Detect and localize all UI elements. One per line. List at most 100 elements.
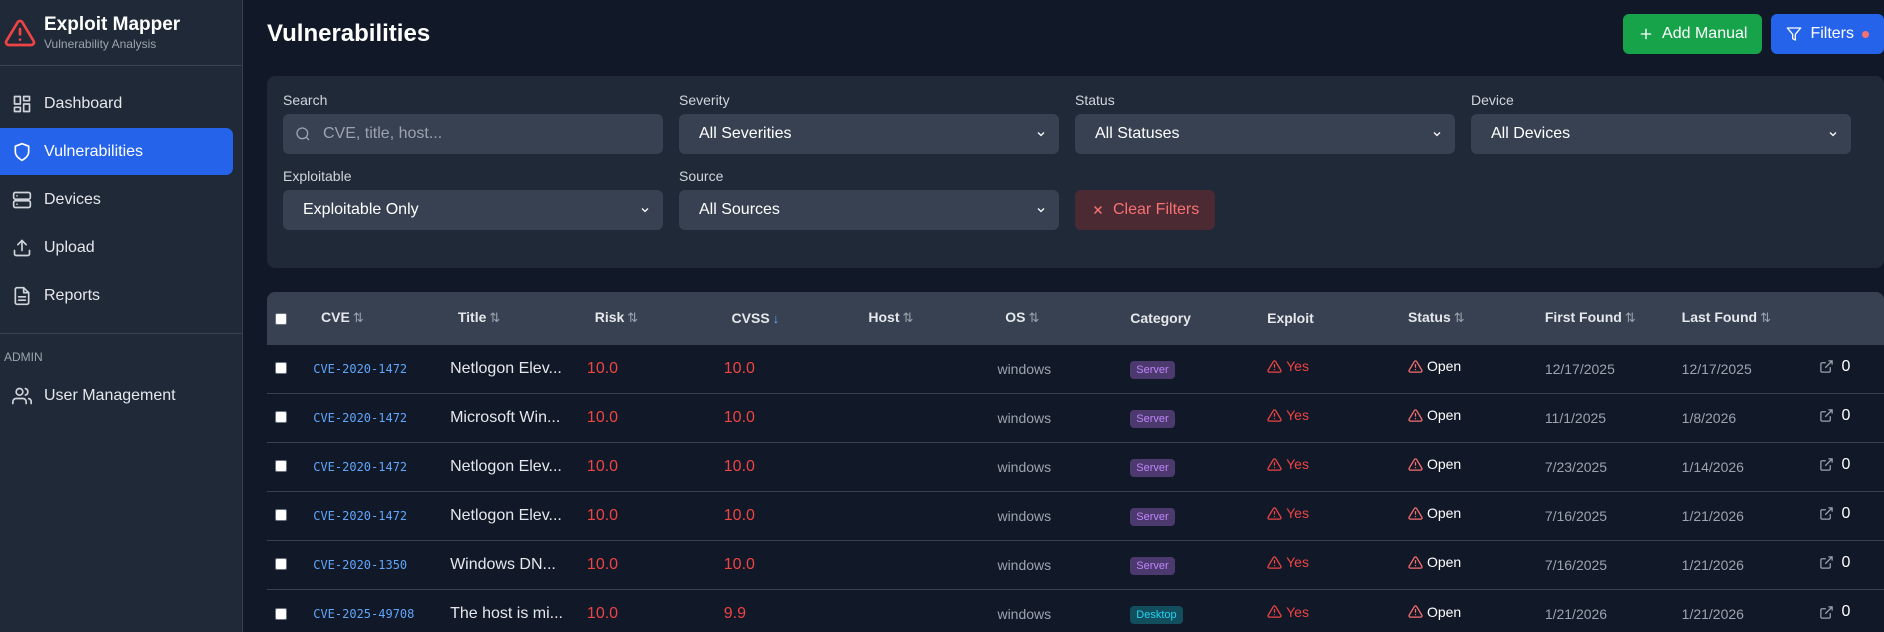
cve-link[interactable]: CVE-2020-1472 bbox=[313, 509, 407, 523]
cve-link[interactable]: CVE-2020-1350 bbox=[313, 558, 407, 572]
exploitable-select[interactable]: Exploitable Only bbox=[283, 190, 663, 230]
row-checkbox[interactable] bbox=[275, 607, 287, 620]
sidebar-item-label: User Management bbox=[44, 386, 176, 404]
status-select[interactable]: All Statuses bbox=[1075, 114, 1455, 154]
server-icon bbox=[12, 191, 32, 208]
filter-icon bbox=[1787, 27, 1802, 41]
main-content: Vulnerabilities Add Manual Filters Searc… bbox=[243, 0, 1884, 632]
severity-select[interactable]: All Severities bbox=[679, 114, 1059, 154]
risk-score: 10.0 bbox=[586, 408, 619, 426]
table-row[interactable]: CVE-2020-1472 Microsoft Win... 10.0 10.0 win… bbox=[267, 393, 1884, 442]
sidebar-item-user-management[interactable]: User Management bbox=[0, 372, 233, 419]
device-select[interactable]: All Devices bbox=[1471, 114, 1851, 154]
table-row[interactable]: CVE-2020-1472 Netlogon Elev... 10.0 10.0 win… bbox=[267, 491, 1884, 540]
page-header: Vulnerabilities Add Manual Filters bbox=[267, 0, 1884, 68]
users-icon bbox=[12, 387, 32, 404]
os: windows bbox=[997, 507, 1052, 524]
host bbox=[853, 442, 990, 491]
external-link-icon bbox=[1819, 360, 1833, 373]
sidebar-item-reports[interactable]: Reports bbox=[0, 272, 233, 319]
exploit-indicator: Yes bbox=[1267, 505, 1309, 521]
cvss-score: 10.0 bbox=[723, 555, 755, 573]
close-icon bbox=[1093, 205, 1103, 215]
host bbox=[853, 589, 990, 632]
chevron-down-icon bbox=[1037, 132, 1045, 137]
chevron-down-icon bbox=[1433, 132, 1441, 137]
vuln-title: Netlogon Elev... bbox=[450, 457, 562, 475]
status-indicator: Open bbox=[1408, 554, 1461, 570]
clear-filters-button[interactable]: Clear Filters bbox=[1075, 190, 1216, 230]
external-links-button[interactable]: 0 bbox=[1819, 407, 1850, 425]
vuln-title: Microsoft Win... bbox=[450, 408, 561, 426]
table-row[interactable]: CVE-2020-1472 Netlogon Elev... 10.0 10.0 win… bbox=[267, 344, 1884, 393]
cve-link[interactable]: CVE-2020-1472 bbox=[313, 362, 407, 376]
external-links-button[interactable]: 0 bbox=[1819, 456, 1850, 474]
sidebar-item-vulnerabilities[interactable]: Vulnerabilities bbox=[0, 128, 233, 175]
last-found: 1/14/2026 bbox=[1681, 458, 1744, 475]
status-indicator: Open bbox=[1408, 456, 1461, 472]
col-header-status[interactable]: Status ⇅ bbox=[1400, 292, 1537, 344]
sidebar-item-label: Upload bbox=[44, 238, 95, 256]
status-indicator: Open bbox=[1408, 505, 1461, 521]
os: windows bbox=[997, 409, 1052, 426]
exploitable-label: Exploitable bbox=[283, 168, 352, 184]
vulnerabilities-table-container: CVE ⇅ Title ⇅ Risk ⇅ CVSS ↓ Host ⇅ OS ⇅ Catego… bbox=[267, 292, 1884, 632]
table-row[interactable]: CVE-2020-1350 Windows DN... 10.0 10.0 window… bbox=[267, 540, 1884, 589]
external-links-button[interactable]: 0 bbox=[1819, 554, 1850, 572]
sidebar-item-devices[interactable]: Devices bbox=[0, 176, 233, 223]
source-select[interactable]: All Sources bbox=[679, 190, 1059, 230]
col-header-host[interactable]: Host ⇅ bbox=[853, 292, 990, 344]
row-checkbox[interactable] bbox=[275, 411, 287, 424]
document-icon bbox=[14, 286, 30, 305]
sort-icon: ⇅ bbox=[1453, 310, 1465, 326]
col-header-first-found[interactable]: First Found ⇅ bbox=[1537, 292, 1674, 344]
exploit-indicator: Yes bbox=[1267, 407, 1309, 423]
alert-triangle-icon bbox=[4, 19, 36, 46]
sidebar-item-dashboard[interactable]: Dashboard bbox=[0, 80, 233, 127]
add-manual-button[interactable]: Add Manual bbox=[1623, 14, 1763, 54]
category-badge: Server bbox=[1130, 507, 1175, 526]
col-header-last-found[interactable]: Last Found ⇅ bbox=[1674, 292, 1811, 344]
col-header-cve[interactable]: CVE ⇅ bbox=[305, 292, 442, 344]
external-links-button[interactable]: 0 bbox=[1819, 505, 1850, 523]
filters-button[interactable]: Filters bbox=[1771, 14, 1884, 54]
select-all-checkbox[interactable] bbox=[275, 313, 287, 326]
first-found: 7/16/2025 bbox=[1544, 507, 1608, 524]
row-checkbox[interactable] bbox=[275, 460, 287, 473]
col-header-os[interactable]: OS ⇅ bbox=[989, 292, 1122, 344]
os: windows bbox=[997, 360, 1052, 377]
sidebar-item-upload[interactable]: Upload bbox=[0, 224, 233, 271]
search-placeholder: CVE, title, host... bbox=[323, 125, 443, 142]
external-links-button[interactable]: 0 bbox=[1819, 603, 1850, 621]
cve-link[interactable]: CVE-2020-1472 bbox=[313, 411, 407, 425]
alert-triangle-icon bbox=[1267, 555, 1282, 569]
os: windows bbox=[997, 605, 1052, 622]
table-row[interactable]: CVE-2025-49708 The host is mi... 10.0 9.9 wi… bbox=[267, 589, 1884, 632]
vuln-title: Windows DN... bbox=[450, 555, 556, 573]
cve-link[interactable]: CVE-2020-1472 bbox=[313, 460, 407, 474]
table-row[interactable]: CVE-2020-1472 Netlogon Elev... 10.0 10.0 win… bbox=[267, 442, 1884, 491]
col-header-cvss[interactable]: CVSS ↓ bbox=[716, 292, 853, 344]
alert-triangle-icon bbox=[1267, 605, 1282, 618]
cve-link[interactable]: CVE-2025-49708 bbox=[313, 607, 414, 621]
cvss-score: 9.9 bbox=[723, 604, 747, 622]
severity-value: All Severities bbox=[699, 125, 792, 142]
last-found: 1/21/2026 bbox=[1681, 556, 1744, 573]
row-checkbox[interactable] bbox=[275, 509, 287, 522]
col-header-title[interactable]: Title ⇅ bbox=[442, 292, 579, 344]
search-input[interactable]: CVE, title, host... bbox=[283, 114, 663, 154]
exploit-indicator: Yes bbox=[1267, 554, 1309, 570]
last-found: 1/21/2026 bbox=[1681, 507, 1744, 524]
col-header-risk[interactable]: Risk ⇅ bbox=[579, 292, 716, 344]
plus-icon bbox=[1640, 28, 1652, 40]
col-header-exploit: Exploit bbox=[1267, 309, 1314, 326]
external-links-button[interactable]: 0 bbox=[1819, 358, 1850, 376]
row-checkbox[interactable] bbox=[275, 558, 287, 571]
first-found: 1/21/2026 bbox=[1544, 605, 1608, 622]
sort-icon: ⇅ bbox=[627, 310, 639, 326]
row-checkbox[interactable] bbox=[275, 362, 287, 375]
vulnerabilities-table: CVE ⇅ Title ⇅ Risk ⇅ CVSS ↓ Host ⇅ OS ⇅ Catego… bbox=[267, 292, 1884, 632]
table-header-row: CVE ⇅ Title ⇅ Risk ⇅ CVSS ↓ Host ⇅ OS ⇅ Catego… bbox=[267, 292, 1884, 344]
first-found: 12/17/2025 bbox=[1544, 360, 1615, 377]
exploit-indicator: Yes bbox=[1267, 456, 1309, 472]
